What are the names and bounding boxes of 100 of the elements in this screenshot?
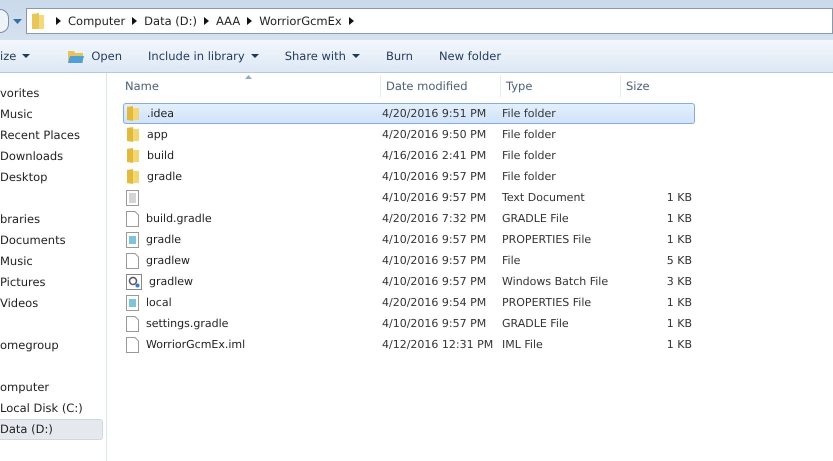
file-name: .idea bbox=[147, 107, 174, 120]
text-document-icon bbox=[126, 190, 139, 206]
sidebar-item[interactable]: Downloads bbox=[0, 146, 106, 167]
sidebar-header[interactable]: omegroup bbox=[0, 335, 106, 356]
date-cell-text: 4/20/2016 9:51 PM bbox=[381, 107, 488, 120]
date-cell-text: 4/10/2016 9:57 PM bbox=[381, 233, 488, 246]
column-header[interactable]: Date modified bbox=[380, 75, 500, 97]
column-header[interactable]: Size bbox=[620, 75, 695, 97]
breadcrumb[interactable]: WorriorGcmEx bbox=[259, 14, 342, 28]
file-icon bbox=[126, 252, 139, 268]
sort-up-icon bbox=[245, 75, 252, 79]
file-row[interactable]: gradle 4/10/2016 9:57 PM PROPERTIES File 1 KB bbox=[123, 229, 695, 250]
date-cell-text: 4/10/2016 9:57 PM bbox=[381, 275, 488, 288]
folder-icon bbox=[31, 12, 45, 30]
date-cell-text: 4/10/2016 9:57 PM bbox=[381, 170, 488, 183]
column-header[interactable]: Name bbox=[107, 79, 380, 93]
type-cell-text: PROPERTIES File bbox=[502, 233, 592, 246]
column-header[interactable]: Type bbox=[500, 75, 620, 97]
sidebar-item[interactable]: Data (D:) bbox=[0, 419, 103, 440]
date-cell-text: 4/16/2016 2:41 PM bbox=[381, 149, 488, 162]
sidebar-item[interactable]: Desktop bbox=[0, 167, 106, 188]
toolbar-button[interactable]: ize bbox=[0, 43, 40, 69]
caret-icon bbox=[22, 54, 30, 58]
sidebar-item[interactable]: Documents bbox=[0, 230, 106, 251]
file-name: build bbox=[147, 149, 174, 162]
sidebar-item[interactable]: Recent Places bbox=[0, 125, 106, 146]
type-cell-text: Text Document bbox=[502, 191, 586, 204]
chevron-icon bbox=[56, 17, 61, 25]
sidebar-item[interactable]: Music bbox=[0, 251, 106, 272]
sidebar-item[interactable]: Music bbox=[0, 104, 106, 125]
date-cell-text: 4/20/2016 9:50 PM bbox=[381, 128, 488, 141]
size-cell-text: 3 KB bbox=[666, 275, 692, 288]
file-row[interactable]: 4/10/2016 9:57 PM Text Document 1 KB bbox=[123, 187, 695, 208]
file-row[interactable]: build 4/16/2016 2:41 PM File folder bbox=[123, 145, 695, 166]
type-cell-text: IML File bbox=[502, 338, 544, 351]
sidebar-item[interactable]: Pictures bbox=[0, 272, 106, 293]
folder-icon bbox=[67, 48, 86, 64]
type-cell-text: File folder bbox=[502, 128, 557, 141]
file-row[interactable]: .idea 4/20/2016 9:51 PM File folder bbox=[123, 103, 695, 124]
file-row[interactable]: app 4/20/2016 9:50 PM File folder bbox=[123, 124, 695, 145]
size-cell-text: 5 KB bbox=[666, 254, 692, 267]
file-name: settings.gradle bbox=[146, 317, 228, 330]
type-cell-text: File bbox=[502, 254, 522, 267]
sidebar-item[interactable]: Videos bbox=[0, 293, 106, 314]
type-cell-text: File folder bbox=[502, 107, 557, 120]
file-icon bbox=[126, 336, 139, 352]
folder-icon bbox=[126, 127, 140, 142]
date-cell-text: 4/10/2016 9:57 PM bbox=[381, 317, 488, 330]
toolbar-button[interactable]: Open bbox=[58, 43, 132, 69]
chevron-icon bbox=[247, 17, 252, 25]
settings-file-icon bbox=[126, 294, 139, 310]
file-name: gradlew bbox=[149, 275, 194, 288]
date-cell-text: 4/10/2016 9:57 PM bbox=[381, 254, 488, 267]
toolbar-button[interactable]: Burn bbox=[376, 43, 422, 69]
file-name: gradle bbox=[146, 233, 182, 246]
file-name: WorriorGcmEx.iml bbox=[146, 338, 246, 351]
file-name: gradle bbox=[147, 170, 182, 183]
type-cell-text: File folder bbox=[502, 170, 557, 183]
date-cell-text: 4/20/2016 7:32 PM bbox=[381, 212, 488, 225]
chevron-icon bbox=[132, 17, 138, 25]
caret-icon bbox=[352, 54, 360, 58]
file-row[interactable]: build.gradle 4/20/2016 7:32 PM GRADLE File 1 KB bbox=[123, 208, 695, 229]
type-cell-text: Windows Batch File bbox=[502, 275, 610, 288]
size-cell-text: 1 KB bbox=[666, 191, 692, 204]
file-icon bbox=[126, 210, 139, 226]
file-name: app bbox=[147, 128, 168, 141]
file-row[interactable]: local 4/20/2016 9:54 PM PROPERTIES File 1 KB bbox=[123, 292, 695, 313]
date-cell-text: 4/20/2016 9:54 PM bbox=[381, 296, 488, 309]
chevron-icon bbox=[204, 17, 209, 25]
gear-window-icon bbox=[126, 274, 142, 290]
dropdown-icon[interactable] bbox=[13, 18, 22, 24]
sidebar-header[interactable]: omputer bbox=[0, 377, 106, 398]
type-cell-text: GRADLE File bbox=[502, 212, 570, 225]
toolbar-button[interactable]: Share with bbox=[276, 43, 369, 69]
date-cell-text: 4/10/2016 9:57 PM bbox=[381, 191, 488, 204]
chevron-icon bbox=[348, 17, 354, 25]
breadcrumb[interactable]: Data (D:) bbox=[144, 14, 197, 28]
type-cell-text: GRADLE File bbox=[502, 317, 570, 330]
type-cell-text: PROPERTIES File bbox=[502, 296, 592, 309]
file-name: gradlew bbox=[146, 254, 190, 267]
size-cell-text: 1 KB bbox=[666, 212, 692, 225]
file-row[interactable]: gradle 4/10/2016 9:57 PM File folder bbox=[123, 166, 695, 187]
folder-icon bbox=[126, 106, 140, 121]
size-cell-text: 1 KB bbox=[666, 296, 692, 309]
file-row[interactable]: gradlew 4/10/2016 9:57 PM Windows Batch File 3 KB bbox=[123, 271, 695, 292]
breadcrumb[interactable]: Computer bbox=[68, 14, 126, 28]
toolbar-button[interactable]: New folder bbox=[430, 43, 510, 69]
sidebar-header[interactable]: vorites bbox=[0, 83, 106, 104]
file-row[interactable]: WorriorGcmEx.iml 4/12/2016 12:31 PM IML File 1 KB bbox=[123, 334, 695, 355]
breadcrumb[interactable]: AAA bbox=[216, 14, 240, 28]
file-row[interactable]: settings.gradle 4/10/2016 9:57 PM GRADLE File 1 KB bbox=[123, 313, 695, 334]
toolbar-button[interactable]: Include in library bbox=[139, 43, 268, 69]
size-cell-text: 1 KB bbox=[666, 233, 692, 246]
size-cell-text: 1 KB bbox=[666, 317, 692, 330]
sidebar-header[interactable]: braries bbox=[0, 209, 106, 230]
address-bar[interactable]: Computer Data (D:) AAA WorriorGcmEx bbox=[26, 8, 833, 34]
sidebar-item[interactable]: Local Disk (C:) bbox=[0, 398, 106, 419]
back-button[interactable] bbox=[0, 9, 9, 33]
file-row[interactable]: gradlew 4/10/2016 9:57 PM File 5 KB bbox=[123, 250, 695, 271]
file-name: local bbox=[146, 296, 172, 309]
